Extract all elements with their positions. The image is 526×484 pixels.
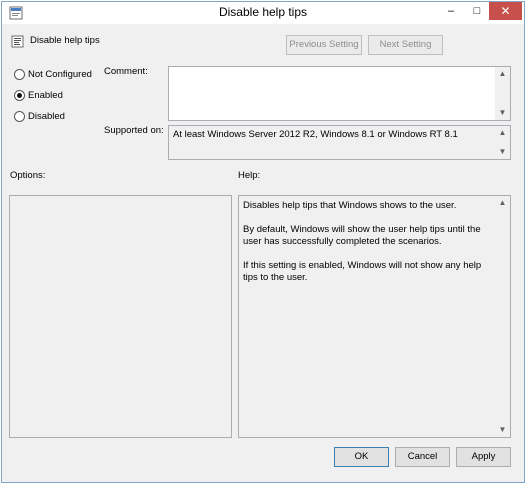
help-paragraph: By default, Windows will show the user h… [243,224,481,247]
comment-label: Comment: [104,66,148,77]
cancel-button[interactable]: Cancel [395,447,450,467]
scroll-down-icon[interactable]: ▼ [495,106,510,120]
close-button[interactable]: ✕ [489,2,522,20]
apply-button[interactable]: Apply [456,447,511,467]
comment-textarea[interactable]: ▲ ▼ [168,66,511,121]
help-panel: Disables help tips that Windows shows to… [238,195,511,438]
scroll-up-icon[interactable]: ▲ [495,196,510,210]
next-setting-button[interactable]: Next Setting [368,35,443,55]
policy-dialog-window: Disable help tips – □ ✕ Disable help tip… [1,1,525,483]
options-panel [9,195,232,438]
supported-on-value: At least Windows Server 2012 R2, Windows… [173,129,458,140]
scroll-down-icon[interactable]: ▼ [495,423,510,437]
options-label: Options: [10,170,46,181]
policy-setting-icon [11,35,24,48]
ok-button[interactable]: OK [334,447,389,467]
scroll-up-icon[interactable]: ▲ [495,67,510,81]
policy-name-label: Disable help tips [30,35,100,46]
help-paragraph: If this setting is enabled, Windows will… [243,260,482,283]
comment-scrollbar[interactable]: ▲ ▼ [495,67,510,120]
radio-not-configured-circle[interactable] [14,69,25,80]
maximize-button[interactable]: □ [464,2,490,20]
radio-enabled-label: Enabled [28,90,63,101]
radio-disabled-circle[interactable] [14,111,25,122]
supported-on-label: Supported on: [104,125,164,136]
scroll-down-icon[interactable]: ▼ [495,145,510,159]
help-scrollbar[interactable]: ▲ ▼ [495,196,510,437]
supported-scrollbar[interactable]: ▲ ▼ [495,126,510,159]
radio-not-configured-label: Not Configured [28,69,92,80]
radio-selected-dot [17,93,22,98]
minimize-button[interactable]: – [438,2,464,20]
help-paragraph: Disables help tips that Windows shows to… [243,200,457,211]
help-label: Help: [238,170,261,181]
help-text: Disables help tips that Windows shows to… [243,200,492,296]
radio-enabled-circle[interactable] [14,90,25,101]
title-bar[interactable]: Disable help tips – □ ✕ [2,2,524,24]
supported-on-field: At least Windows Server 2012 R2, Windows… [168,125,511,160]
radio-disabled-label: Disabled [28,111,65,122]
scroll-up-icon[interactable]: ▲ [495,126,510,140]
previous-setting-button[interactable]: Previous Setting [286,35,362,55]
